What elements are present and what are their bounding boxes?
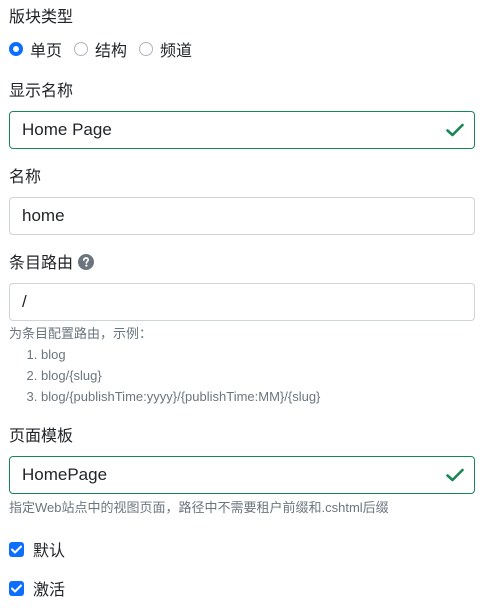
- route-input[interactable]: [9, 283, 475, 321]
- route-examples-list: blog blog/{slug} blog/{publishTime:yyyy}…: [9, 344, 320, 407]
- route-help: 为条目配置路由，示例： blog blog/{slug} blog/{publi…: [9, 323, 320, 407]
- radio-label: 结构: [95, 43, 128, 60]
- route-example: blog/{slug}: [41, 365, 320, 386]
- question-circle-icon[interactable]: [78, 254, 95, 270]
- checkmark-icon: [11, 584, 22, 592]
- active-checkbox[interactable]: 激活: [9, 576, 65, 600]
- route-label-row: 条目路由: [9, 254, 95, 274]
- radio-dot[interactable]: [139, 42, 154, 56]
- page-template-input[interactable]: [9, 456, 475, 494]
- radio-single-page[interactable]: 单页: [9, 37, 62, 61]
- valid-check-icon: [446, 468, 464, 482]
- radio-channel[interactable]: 频道: [139, 37, 192, 61]
- checkmark-icon: [11, 545, 22, 553]
- page-template-label: 页面模板: [9, 428, 74, 445]
- name-label: 名称: [9, 169, 42, 186]
- radio-label: 频道: [160, 43, 193, 60]
- route-help-intro: 为条目配置路由，示例：: [9, 326, 153, 341]
- radio-label: 单页: [30, 43, 63, 60]
- name-input[interactable]: [9, 197, 475, 235]
- page-template-help: 指定Web站点中的视图页面，路径中不需要租户前缀和.cshtml后缀: [9, 500, 389, 515]
- default-checkbox-label: 默认: [33, 543, 66, 560]
- radio-structure[interactable]: 结构: [74, 37, 127, 61]
- valid-check-icon: [446, 123, 464, 137]
- display-name-label: 显示名称: [9, 83, 74, 100]
- checkbox-box[interactable]: [9, 580, 24, 596]
- radio-dot[interactable]: [9, 42, 23, 56]
- block-type-label: 版块类型: [9, 9, 74, 26]
- default-checkbox[interactable]: 默认: [9, 537, 65, 561]
- route-example: blog: [41, 344, 320, 365]
- checkbox-box[interactable]: [9, 541, 24, 557]
- active-checkbox-label: 激活: [33, 582, 66, 599]
- display-name-input[interactable]: [9, 111, 475, 149]
- block-type-radio-group: 单页 结构 频道: [9, 38, 204, 60]
- route-label: 条目路由: [9, 255, 74, 272]
- radio-dot[interactable]: [74, 42, 89, 56]
- route-example: blog/{publishTime:yyyy}/{publishTime:MM}…: [41, 386, 320, 407]
